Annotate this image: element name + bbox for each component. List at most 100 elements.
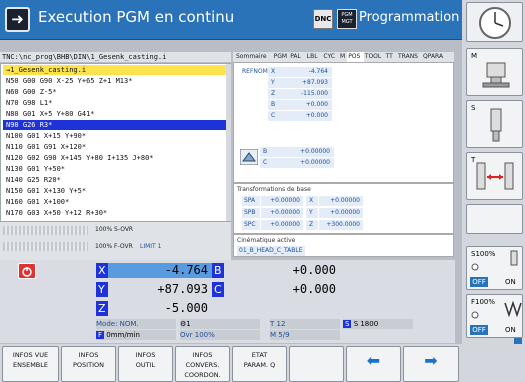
softkey-4[interactable]: INFOS CONVERS. COORDON. <box>175 346 230 382</box>
softkey-label: OUTIL <box>135 361 156 369</box>
refnom-axis: X <box>268 67 282 77</box>
mode-arrow-icon[interactable]: ➜ <box>5 7 30 32</box>
axis-letter-b: B <box>212 263 224 278</box>
softkey-8[interactable]: ➡ <box>403 346 459 382</box>
program-line[interactable]: N70 G98 L1* <box>3 98 227 108</box>
softkey-label: ETAT <box>251 351 268 359</box>
axis-value-b: +0.000 <box>224 263 340 278</box>
axis-letter-c: C <box>212 282 224 297</box>
tab-pgm[interactable]: PGM <box>273 52 290 62</box>
kinematics-value: 01_B_HEAD_C_TABLE <box>237 246 305 256</box>
tab-tool[interactable]: TOOL <box>364 52 385 62</box>
softkey-label: INFOS VUE <box>12 351 49 359</box>
clock-key[interactable] <box>466 2 523 42</box>
basis-label: SPC <box>242 220 260 230</box>
program-line[interactable]: N160 G01 X+100* <box>3 197 227 207</box>
program-scrollbar[interactable] <box>226 64 231 221</box>
program-path: TNC:\nc_prog\BHB\DIN\1_Gesenk_casting.i <box>0 52 231 62</box>
program-line[interactable]: →1_Gesenk_casting.i <box>3 65 227 75</box>
clock-icon <box>479 7 511 39</box>
arrow-left-icon: ⬅ <box>366 351 381 370</box>
tab-sommaire[interactable]: Sommaire <box>235 52 273 62</box>
refnom-label: REFNOM <box>242 68 268 75</box>
empty-right-key[interactable] <box>466 204 523 234</box>
program-line[interactable]: N100 G01 X+15 Y+90* <box>3 131 227 141</box>
status-tabs: Sommaire PGM PAL LBL CYC M POS TOOL TT TRANS QPARA <box>233 52 454 62</box>
pgm-mgt-icon[interactable]: PGM MGT <box>337 9 357 29</box>
axis-letter-x: X <box>96 263 108 278</box>
program-line[interactable]: N80 G01 X+5 Y+80 G41* <box>3 109 227 119</box>
limit-label: LIMIT 1 <box>140 243 162 250</box>
axis-value-c: +0.000 <box>224 282 340 297</box>
rotary-axis: C <box>260 158 274 168</box>
program-listing[interactable]: →1_Gesenk_casting.i N50 G00 G90 X-25 Y+65… <box>0 63 231 222</box>
basis-title: Transformations de base <box>237 186 311 193</box>
program-line[interactable]: N90 G26 R3* <box>3 120 227 130</box>
softkey-label: INFOS <box>192 351 213 359</box>
refnom-axis: B <box>268 100 282 110</box>
program-line[interactable]: N130 G01 Y+50* <box>3 164 227 174</box>
right-softkey-panel: M S T S100% OFF ON F100% OFF ON <box>462 0 525 382</box>
spindle-off-button[interactable]: OFF <box>470 277 488 287</box>
header-bar: ➜ Execution PGM en continu DNC PGM MGT P… <box>0 0 462 40</box>
s-spindle-icon <box>490 108 502 142</box>
kinematics-title: Cinématique active <box>237 237 296 244</box>
spindle-on-button[interactable]: ON <box>505 277 516 287</box>
estop-icon <box>18 263 36 279</box>
refnom-axis: Y <box>268 78 282 88</box>
tab-pal[interactable]: PAL <box>289 52 306 62</box>
programming-mode-title[interactable]: Programmation <box>359 10 459 25</box>
softkey-2[interactable]: INFOS POSITION <box>61 346 116 382</box>
softkey-1[interactable]: INFOS VUE ENSEMBLE <box>2 346 59 382</box>
feed-on-button[interactable]: ON <box>505 325 516 335</box>
tab-tt[interactable]: TT <box>385 52 397 62</box>
refnom-value: +0.000 <box>282 111 332 121</box>
softkey-3[interactable]: INFOS OUTIL <box>118 346 173 382</box>
program-line[interactable]: N50 G00 G90 X-25 Y+65 Z+1 M13* <box>3 76 227 86</box>
t-function-key[interactable]: T <box>466 152 523 200</box>
tab-m[interactable]: M <box>339 52 347 62</box>
softkey-6[interactable] <box>289 346 344 382</box>
softkey-7[interactable]: ⬅ <box>346 346 401 382</box>
basis-label: SPA <box>242 196 260 206</box>
refnom-value: -4.764 <box>282 67 332 77</box>
tab-trans[interactable]: TRANS <box>397 52 422 62</box>
s-function-key[interactable]: S <box>466 100 523 148</box>
basis-value: +0.00000 <box>261 196 303 206</box>
basis-axis-value: +300.0000 <box>319 220 363 230</box>
refnom-value: -115.000 <box>282 89 332 99</box>
position-display: X -4.764 Y +87.093 Z -5.000 B +0.000 C +0.000 Mod… <box>0 260 455 343</box>
spindle-override-key[interactable]: S100% OFF ON <box>466 246 523 290</box>
program-line[interactable]: N120 G02 G90 X+145 Y+80 I+135 J+80* <box>3 153 227 163</box>
axis-letter-y: Y <box>96 282 108 297</box>
softkey-label: INFOS <box>78 351 99 359</box>
program-line[interactable]: N110 G01 G91 X+120* <box>3 142 227 152</box>
program-line[interactable]: N150 G01 X+130 Y+5* <box>3 186 227 196</box>
spindle-speed: S S 1800 <box>343 319 413 329</box>
tilt-axis-icon <box>240 149 258 165</box>
feed-display: F 0mm/min <box>96 330 176 340</box>
program-line[interactable]: N60 G00 Z-5* <box>3 87 227 97</box>
tab-lbl[interactable]: LBL <box>306 52 323 62</box>
program-line[interactable]: N140 G25 R20* <box>3 175 227 185</box>
info-icon <box>514 338 522 344</box>
softkey-label: PARAM. Q <box>243 361 276 369</box>
tab-pos[interactable]: POS <box>347 52 364 62</box>
override-display: Ovr 100% <box>180 330 260 340</box>
dnc-icon[interactable]: DNC <box>313 9 333 29</box>
tab-qpara[interactable]: QPARA <box>422 52 447 62</box>
softkey-label: COORDON. <box>184 371 221 379</box>
basis-label: SPB <box>242 208 260 218</box>
feed-off-button[interactable]: OFF <box>470 325 488 335</box>
m-function: M 5/9 <box>270 330 340 340</box>
softkey-label: CONVERS. <box>185 361 220 369</box>
softkey-5[interactable]: ETAT PARAM. Q <box>232 346 287 382</box>
tab-cyc[interactable]: CYC <box>322 52 339 62</box>
s-ovr-label: 100% S-OVR <box>95 226 134 233</box>
m-function-key[interactable]: M <box>466 48 523 96</box>
mode-nom: Mode: NOM. <box>96 319 176 329</box>
s-ovr-bar <box>3 226 88 235</box>
program-line[interactable]: N170 G03 X+50 Y+12 R+30* <box>3 208 227 218</box>
feed-override-key[interactable]: F100% OFF ON <box>466 294 523 338</box>
tool-length-icon <box>476 162 514 190</box>
